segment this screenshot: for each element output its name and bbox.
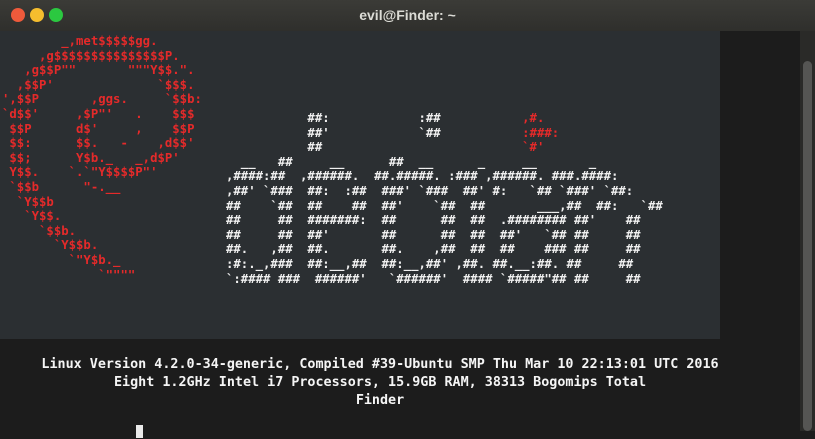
hardware-info-line: Eight 1.2GHz Intel i7 Processors, 15.9GB… bbox=[113, 375, 647, 390]
vertical-scrollbar[interactable] bbox=[800, 31, 815, 431]
terminal-output[interactable]: _,met$$$$$gg. ,g$$$$$$$$$$$$$$$P. ,g$$P"… bbox=[0, 31, 800, 438]
window-title: evil@Finder: ~ bbox=[359, 7, 456, 23]
kernel-version-line: Linux Version 4.2.0-34-generic, Compiled… bbox=[41, 357, 719, 372]
screenfetch-art-panel: _,met$$$$$gg. ,g$$$$$$$$$$$$$$$P. ,g$$P"… bbox=[0, 31, 720, 339]
text-cursor bbox=[136, 425, 143, 438]
terminal-window: evil@Finder: ~ _,met$$$$$gg. ,g$$$$$$$$$… bbox=[0, 0, 815, 438]
scrollbar-thumb[interactable] bbox=[803, 61, 812, 431]
title-bar[interactable]: evil@Finder: ~ bbox=[0, 0, 815, 32]
debian-wordmark-ascii: ##: :## ,#. ##' `## :###: ## `#' __ ## _… bbox=[226, 111, 663, 286]
hostname-line: Finder bbox=[355, 393, 405, 408]
debian-swirl-logo: _,met$$$$$gg. ,g$$$$$$$$$$$$$$$P. ,g$$P"… bbox=[2, 34, 202, 282]
